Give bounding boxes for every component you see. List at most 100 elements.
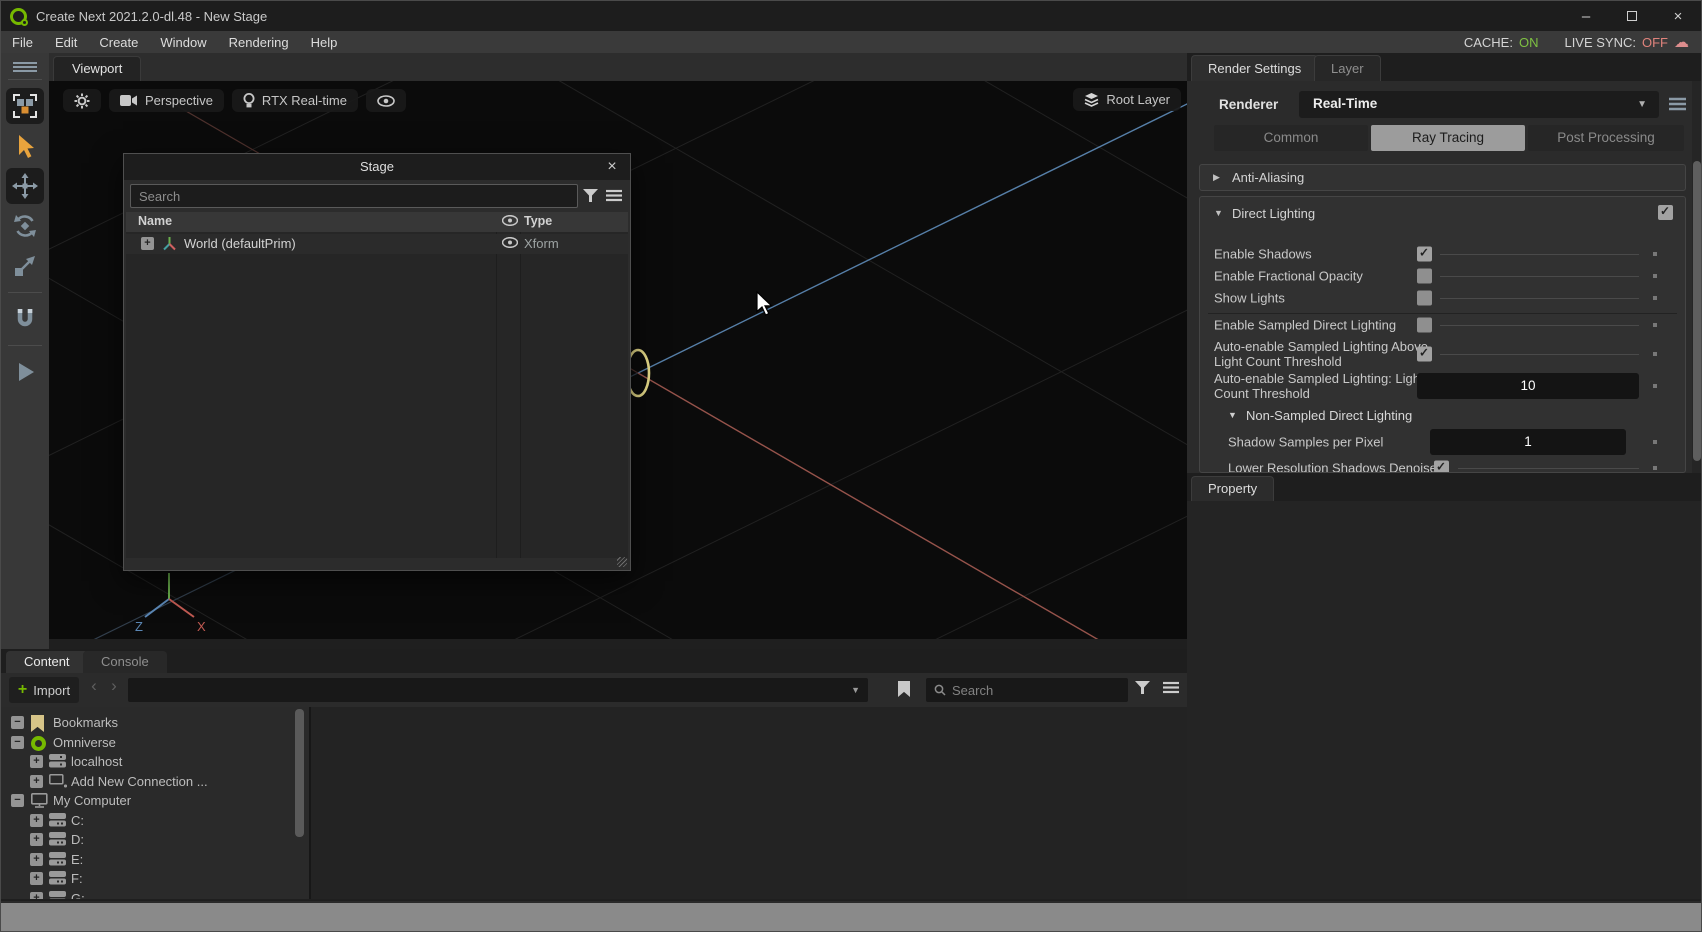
reset-dot[interactable] — [1653, 252, 1657, 256]
menu-rendering[interactable]: Rendering — [218, 35, 300, 50]
reset-dot[interactable] — [1653, 323, 1657, 327]
mode-tab-ray-tracing[interactable]: Ray Tracing — [1371, 125, 1525, 151]
scale-tool-button[interactable] — [6, 248, 44, 284]
camera-selector-button[interactable]: Perspective — [109, 89, 224, 112]
tab-console[interactable]: Console — [83, 651, 167, 673]
prim-name[interactable]: World (defaultPrim) — [184, 236, 296, 251]
viewport-settings-button[interactable] — [63, 89, 101, 112]
expand-plus-icon[interactable]: + — [30, 872, 43, 885]
reset-dot[interactable] — [1653, 440, 1657, 444]
root-layer-button[interactable]: Root Layer — [1073, 88, 1181, 111]
mode-tab-post-processing[interactable]: Post Processing — [1528, 125, 1684, 151]
titlebar[interactable]: Create Next 2021.2.0-dl.48 - New Stage –… — [1, 1, 1701, 31]
expand-arrow-icon[interactable]: ▼ — [1214, 208, 1223, 218]
tree-item-f[interactable]: +F: — [1, 869, 297, 889]
tree-item-my-computer[interactable]: −My Computer — [1, 791, 297, 811]
tree-item-g[interactable]: +G: — [1, 889, 297, 900]
content-filter-icon[interactable] — [1135, 681, 1150, 694]
tree-item-add-new-connection[interactable]: +Add New Connection ... — [1, 772, 297, 792]
stage-row-world[interactable]: + World (defaultPrim) Xform — [126, 234, 628, 254]
mode-tab-common[interactable]: Common — [1214, 125, 1368, 151]
tree-item-d[interactable]: +D: — [1, 830, 297, 850]
menu-edit[interactable]: Edit — [44, 35, 88, 50]
section-anti-aliasing[interactable]: ▶ Anti-Aliasing — [1199, 164, 1686, 191]
import-button[interactable]: + Import — [9, 677, 79, 703]
expand-plus-icon[interactable]: + — [30, 775, 43, 788]
path-field[interactable]: ▼ — [128, 678, 868, 702]
stage-filter-icon[interactable] — [583, 189, 598, 202]
tab-render-settings[interactable]: Render Settings — [1191, 55, 1318, 81]
stage-resize-grip[interactable] — [617, 557, 627, 567]
tree-item-e[interactable]: +E: — [1, 850, 297, 870]
menu-create[interactable]: Create — [88, 35, 149, 50]
collapse-minus-icon[interactable]: − — [11, 794, 24, 807]
collapse-minus-icon[interactable]: − — [11, 716, 24, 729]
menu-file[interactable]: File — [1, 35, 44, 50]
rotate-tool-button[interactable] — [6, 208, 44, 244]
cache-status[interactable]: ON — [1519, 35, 1539, 50]
reset-dot[interactable] — [1653, 296, 1657, 300]
stage-window-titlebar[interactable]: Stage × — [124, 154, 630, 180]
stage-search-input[interactable] — [130, 184, 578, 208]
stage-column-header[interactable]: Name Type — [126, 212, 628, 232]
expand-icon[interactable]: + — [141, 237, 154, 250]
play-button[interactable] — [6, 354, 44, 390]
bookmark-icon[interactable] — [898, 681, 910, 697]
enable-fractional-opacity-checkbox[interactable] — [1417, 269, 1432, 284]
expand-plus-icon[interactable]: + — [30, 814, 43, 827]
content-files-area[interactable] — [311, 707, 1187, 899]
renderer-dropdown[interactable]: Real-Time ▼ — [1299, 91, 1659, 118]
select-tool-button[interactable] — [6, 128, 44, 164]
stage-window[interactable]: Stage × Name Type + World (defaultPr — [123, 153, 631, 571]
column-type[interactable]: Type — [524, 214, 552, 228]
enable-sampled-direct-lighting-checkbox[interactable] — [1417, 318, 1432, 333]
content-options-icon[interactable] — [1163, 681, 1179, 694]
content-tree[interactable]: −Bookmarks−Omniverse+localhost+Add New C… — [1, 707, 309, 899]
column-name[interactable]: Name — [138, 214, 172, 228]
live-sync-status[interactable]: OFF — [1642, 35, 1668, 50]
expand-plus-icon[interactable]: + — [30, 853, 43, 866]
selection-mode-button[interactable] — [6, 88, 44, 124]
section-direct-lighting[interactable]: ▼ Direct Lighting Enable Shadows Enable … — [1199, 196, 1686, 473]
tree-item-omniverse[interactable]: −Omniverse — [1, 733, 297, 753]
menu-help[interactable]: Help — [300, 35, 349, 50]
prim-visibility-eye-icon[interactable] — [502, 237, 518, 248]
shadow-samples-per-pixel-field[interactable]: 1 — [1430, 429, 1626, 455]
maximize-button[interactable] — [1609, 1, 1655, 31]
toolbar-drag-handle-icon[interactable] — [12, 61, 38, 73]
show-lights-checkbox[interactable] — [1417, 291, 1432, 306]
path-input[interactable] — [134, 678, 834, 702]
cloud-sync-icon[interactable]: ☁ — [1674, 35, 1689, 50]
tab-layer[interactable]: Layer — [1314, 55, 1381, 81]
reset-dot[interactable] — [1653, 384, 1657, 388]
stage-tree[interactable]: + World (defaultPrim) Xform — [126, 232, 628, 558]
expand-plus-icon[interactable]: + — [30, 892, 43, 900]
content-search-input[interactable] — [952, 678, 1122, 702]
snap-tool-button[interactable] — [6, 301, 44, 337]
collapse-minus-icon[interactable]: − — [11, 736, 24, 749]
visibility-button[interactable] — [366, 89, 406, 112]
expand-plus-icon[interactable]: + — [30, 755, 43, 768]
expand-plus-icon[interactable]: + — [30, 833, 43, 846]
menu-window[interactable]: Window — [149, 35, 217, 50]
lower-resolution-shadows-denoiser-checkbox[interactable] — [1434, 461, 1449, 474]
reset-dot[interactable] — [1653, 466, 1657, 470]
renderer-options-icon[interactable] — [1669, 97, 1686, 111]
direct-lighting-enabled-checkbox[interactable] — [1658, 205, 1673, 220]
reset-dot[interactable] — [1653, 274, 1657, 278]
renderer-selector-button[interactable]: RTX Real-time — [232, 89, 358, 112]
path-dropdown-caret-icon[interactable]: ▼ — [851, 685, 860, 695]
move-tool-button[interactable] — [6, 168, 44, 204]
stage-options-icon[interactable] — [606, 189, 622, 202]
tree-item-bookmarks[interactable]: −Bookmarks — [1, 713, 297, 733]
close-button[interactable]: × — [1655, 1, 1701, 31]
content-search-field[interactable] — [926, 678, 1128, 702]
tab-content[interactable]: Content — [6, 651, 88, 673]
reset-dot[interactable] — [1653, 352, 1657, 356]
light-count-threshold-field[interactable]: 10 — [1417, 373, 1639, 399]
render-settings-scrollbar[interactable] — [1692, 81, 1702, 473]
minimize-button[interactable]: – — [1563, 1, 1609, 31]
enable-shadows-checkbox[interactable] — [1417, 247, 1432, 262]
tab-property[interactable]: Property — [1191, 476, 1274, 501]
forward-button[interactable]: › — [105, 676, 123, 696]
